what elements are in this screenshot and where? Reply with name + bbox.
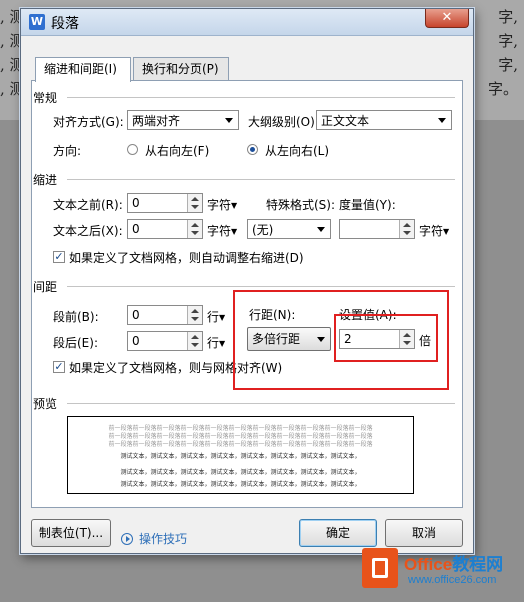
watermark: Office教程网 www.office26.com (362, 548, 522, 598)
tab-stops-button[interactable]: 制表位(T)... (31, 519, 111, 547)
indent-after-input[interactable]: 0 (127, 219, 203, 239)
spin-up-icon (191, 223, 199, 227)
paragraph-dialog: W 段落 ✕ 缩进和间距(I) 换行和分页(P) 常规 对齐方式(G): 两端对… (20, 8, 474, 554)
unit-dropdown-icon: ▼ (219, 313, 226, 322)
measure-label: 度量值(Y): (339, 198, 396, 212)
spin-buttons[interactable] (399, 220, 414, 238)
bg-text-line: 字, (498, 56, 518, 74)
outline-level-value: 正文文本 (321, 114, 370, 128)
alignment-value: 两端对齐 (132, 114, 181, 128)
section-spacing-label: 间距 (33, 280, 58, 294)
spin-buttons[interactable] (187, 220, 202, 238)
preview-box: 前一段落前一段落前一段落前一段落前一段落前一段落前一段落前一段落前一段落前一段落… (67, 416, 414, 494)
unit-dropdown-icon: ▼ (231, 201, 238, 210)
indent-before-unit[interactable]: 字符▼ (207, 196, 237, 213)
play-circle-icon[interactable] (121, 533, 133, 545)
measure-input[interactable] (339, 219, 415, 239)
tab-indent-spacing[interactable]: 缩进和间距(I) (35, 57, 131, 82)
auto-adjust-label[interactable]: 如果定义了文档网格，则自动调整右缩进(D) (69, 249, 304, 266)
section-general-label: 常规 (33, 91, 58, 105)
spin-buttons[interactable] (187, 194, 202, 212)
highlight-box-set-value (334, 314, 438, 362)
spin-down-icon (403, 231, 411, 235)
spin-buttons[interactable] (187, 306, 202, 324)
indent-after-unit[interactable]: 字符▼ (207, 222, 237, 239)
indent-after-label: 文本之后(X): (53, 224, 123, 238)
office-logo-icon (362, 548, 398, 588)
spin-buttons[interactable] (187, 332, 202, 350)
space-after-value: 0 (132, 334, 140, 348)
divider (67, 179, 455, 180)
outline-level-select[interactable]: 正文文本 (316, 110, 452, 130)
space-after-label: 段后(E): (53, 336, 98, 350)
bg-text-line: 字, (498, 32, 518, 50)
spin-down-icon (191, 205, 199, 209)
measure-unit[interactable]: 字符▼ (419, 222, 449, 239)
section-preview-label: 预览 (33, 397, 58, 411)
divider (67, 403, 455, 404)
unit-dropdown-icon: ▼ (443, 227, 450, 236)
preview-prev-line: 前一段落前一段落前一段落前一段落前一段落前一段落前一段落前一段落前一段落前一段落… (108, 441, 373, 448)
special-format-value: (无) (252, 223, 274, 237)
spin-down-icon (191, 343, 199, 347)
indent-before-label: 文本之前(R): (53, 198, 123, 212)
special-format-select[interactable]: (无) (247, 219, 331, 239)
spin-down-icon (191, 231, 199, 235)
ltr-label[interactable]: 从左向右(L) (265, 142, 329, 159)
bg-text-line: 字, (498, 8, 518, 26)
direction-label: 方向: (53, 144, 82, 158)
outline-level-label: 大纲级别(O): (248, 115, 319, 129)
tips-link[interactable]: 操作技巧 (139, 530, 187, 547)
dialog-title: 段落 (51, 16, 79, 32)
preview-text-line: 测试文本，测试文本，测试文本，测试文本，测试文本，测试文本，测试文本，测试文本， (120, 469, 361, 476)
title-bar[interactable]: W 段落 ✕ (21, 9, 473, 36)
space-before-label: 段前(B): (53, 310, 99, 324)
rtl-radio[interactable] (127, 144, 138, 155)
special-format-label: 特殊格式(S): (266, 198, 336, 212)
chevron-down-icon (317, 227, 325, 232)
chevron-down-icon (225, 118, 233, 123)
cancel-button[interactable]: 取消 (385, 519, 463, 547)
rtl-label[interactable]: 从右向左(F) (145, 142, 209, 159)
watermark-brand: Office教程网 (404, 555, 504, 574)
ltr-radio[interactable] (247, 144, 258, 155)
space-after-input[interactable]: 0 (127, 331, 203, 351)
chevron-down-icon (438, 118, 446, 123)
close-button[interactable]: ✕ (425, 9, 469, 28)
unit-dropdown-icon: ▼ (231, 227, 238, 236)
divider (67, 286, 455, 287)
snap-grid-checkbox[interactable]: ✓ (53, 361, 65, 373)
preview-text-line: 测试文本，测试文本，测试文本，测试文本，测试文本，测试文本，测试文本，测试文本， (120, 481, 361, 488)
auto-adjust-checkbox[interactable]: ✓ (53, 251, 65, 263)
unit-dropdown-icon: ▼ (219, 339, 226, 348)
space-before-value: 0 (132, 308, 140, 322)
wps-writer-icon: W (29, 14, 45, 30)
section-indent-label: 缩进 (33, 173, 58, 187)
divider (67, 97, 455, 98)
space-before-input[interactable]: 0 (127, 305, 203, 325)
spin-up-icon (191, 309, 199, 313)
indent-before-input[interactable]: 0 (127, 193, 203, 213)
spin-up-icon (191, 335, 199, 339)
spin-up-icon (191, 197, 199, 201)
ok-button[interactable]: 确定 (299, 519, 377, 547)
watermark-url: www.office26.com (408, 574, 497, 586)
space-after-unit[interactable]: 行▼ (207, 334, 225, 351)
indent-after-value: 0 (132, 222, 140, 236)
spin-up-icon (403, 223, 411, 227)
space-before-unit[interactable]: 行▼ (207, 308, 225, 325)
indent-before-value: 0 (132, 196, 140, 210)
bg-text-line: 字。 (487, 80, 518, 98)
alignment-select[interactable]: 两端对齐 (127, 110, 239, 130)
tab-line-page-breaks[interactable]: 换行和分页(P) (133, 57, 229, 80)
spin-down-icon (191, 317, 199, 321)
alignment-label: 对齐方式(G): (53, 115, 124, 129)
preview-text-line: 测试文本，测试文本，测试文本，测试文本，测试文本，测试文本，测试文本，测试文本， (120, 453, 361, 460)
